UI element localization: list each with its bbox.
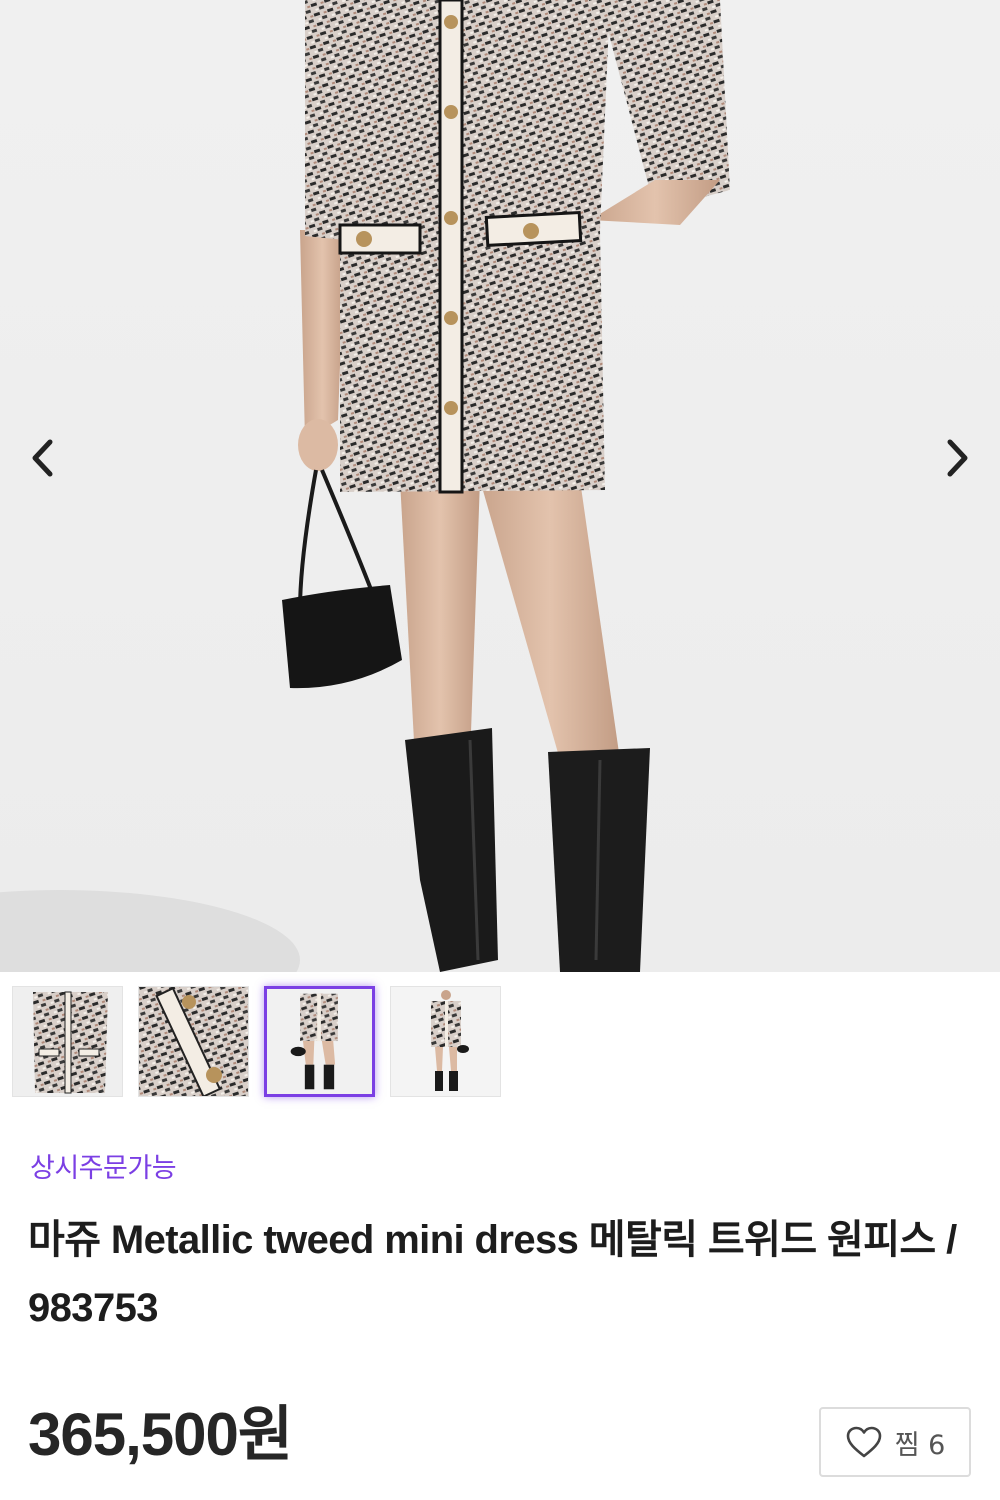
- product-title: 마쥬 Metallic tweed mini dress 메탈릭 트위드 원피스…: [28, 1218, 957, 1330]
- model-photo: [0, 0, 730, 972]
- thumbnail-strip: [12, 986, 501, 1097]
- chevron-right-icon: [947, 439, 968, 477]
- previous-image-button[interactable]: [18, 430, 68, 486]
- product-detail-page: 상시주문가능 마쥬 Metallic tweed mini dress 메탈릭 …: [0, 0, 1000, 1500]
- availability-label: 상시주문가능: [30, 1153, 177, 1184]
- heart-outline-icon: [846, 1426, 881, 1458]
- product-main-image[interactable]: [0, 0, 1000, 972]
- chevron-left-icon: [32, 439, 53, 477]
- wishlist-button[interactable]: 찜 6: [819, 1407, 971, 1477]
- thumbnail-image: [267, 989, 372, 1094]
- thumbnail-image: [139, 987, 248, 1096]
- thumbnail-3[interactable]: [264, 986, 375, 1097]
- product-price: 365,500원: [28, 1401, 293, 1468]
- thumbnail-image: [391, 987, 500, 1096]
- thumbnail-1[interactable]: [12, 986, 123, 1097]
- next-image-button[interactable]: [932, 430, 982, 486]
- thumbnail-image: [13, 987, 122, 1096]
- thumbnail-4[interactable]: [390, 986, 501, 1097]
- wishlist-count: 찜 6: [894, 1429, 946, 1461]
- thumbnail-2[interactable]: [138, 986, 249, 1097]
